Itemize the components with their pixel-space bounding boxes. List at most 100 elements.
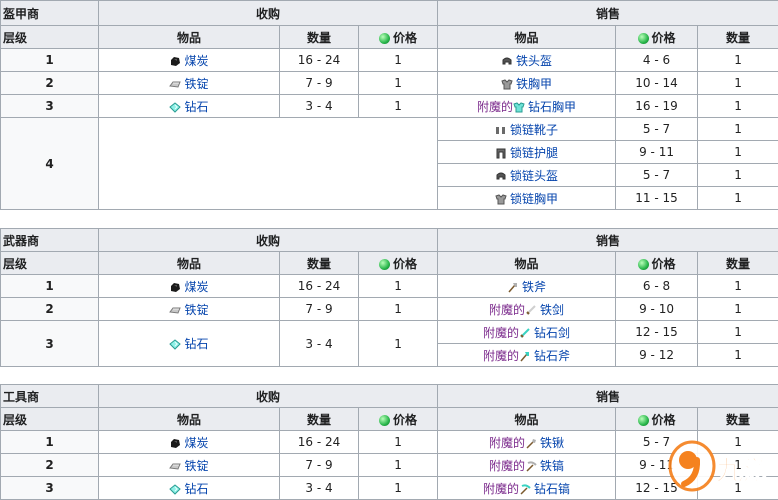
buy-header: 收购	[97, 0, 439, 26]
buy-price-cell: 1	[357, 94, 439, 118]
qty-header: 数量	[279, 407, 359, 431]
buy-item-cell: 煤炭	[98, 48, 280, 72]
item-link[interactable]: 钻石胸甲	[528, 100, 576, 114]
buy-qty-cell: 16 - 24	[279, 48, 359, 72]
emerald-icon	[637, 32, 649, 44]
buy-item-cell: 铁锭	[98, 453, 280, 477]
table-row: 3 钻石 3 - 4 1 附魔的 钻石镐 12 - 15 1	[0, 476, 778, 500]
price-header: 价格	[615, 407, 699, 431]
sell-item-cell: 附魔的 铁锹	[437, 430, 617, 454]
enchanted-prefix[interactable]: 附魔的	[489, 459, 525, 473]
item-link[interactable]: 铁锹	[540, 436, 564, 450]
sell-item-cell: 锁链胸甲	[437, 186, 617, 210]
item-link[interactable]: 钻石剑	[534, 326, 570, 340]
sell-qty-cell: 1	[697, 48, 778, 72]
helmet-icon	[501, 56, 513, 67]
buy-price-cell: 1	[357, 71, 439, 95]
sell-price-cell: 11 - 15	[615, 186, 699, 210]
enchanted-prefix[interactable]: 附魔的	[489, 436, 525, 450]
item-link[interactable]: 锁链护腿	[510, 146, 558, 160]
item-link[interactable]: 锁链胸甲	[510, 192, 558, 206]
item-header: 物品	[437, 251, 617, 275]
item-link[interactable]: 煤炭	[184, 280, 208, 294]
level-cell: 4	[0, 117, 99, 210]
item-link[interactable]: 煤炭	[184, 54, 208, 68]
sell-item-cell: 锁链靴子	[437, 117, 617, 141]
item-link[interactable]: 锁链头盔	[510, 169, 558, 183]
buy-item-cell: 煤炭	[98, 274, 280, 298]
item-link[interactable]: 铁胸甲	[516, 77, 552, 91]
table-row: 4 锁链靴子 5 - 7 1	[0, 117, 778, 210]
buy-qty-cell: 16 - 24	[279, 274, 359, 298]
buy-qty-cell: 7 - 9	[279, 297, 359, 321]
sword-icon	[525, 305, 537, 316]
enchanted-prefix[interactable]: 附魔的	[483, 326, 519, 340]
buy-qty-cell: 3 - 4	[279, 476, 359, 500]
item-header: 物品	[98, 407, 280, 431]
table-row: 2 铁锭 7 - 9 1 附魔的 铁镐 9 - 11 1	[0, 453, 778, 477]
buy-qty-cell: 3 - 4	[279, 94, 359, 118]
buy-item-cell: 钻石	[98, 320, 280, 367]
table-row: 1 煤炭 16 - 24 1 附魔的 铁锹 5 - 7 1	[0, 430, 778, 454]
price-header: 价格	[615, 25, 699, 49]
enchanted-prefix[interactable]: 附魔的	[489, 303, 525, 317]
boots-icon	[495, 125, 507, 136]
item-link[interactable]: 锁链靴子	[510, 123, 558, 137]
item-link[interactable]: 钻石斧	[534, 349, 570, 363]
price-header: 价格	[357, 25, 439, 49]
sell-qty-cell: 1	[697, 163, 778, 187]
qty-header: 数量	[697, 251, 778, 275]
level-cell: 2	[0, 71, 99, 95]
level-cell: 2	[0, 297, 99, 321]
sell-qty-cell: 1	[697, 140, 778, 164]
enchanted-prefix[interactable]: 附魔的	[483, 349, 519, 363]
buy-item-cell: 铁锭	[98, 297, 280, 321]
sell-qty-cell: 1	[697, 186, 778, 210]
item-link[interactable]: 钻石	[184, 482, 208, 496]
chestplate-icon	[501, 79, 513, 90]
emerald-icon	[379, 32, 390, 44]
buy-qty-cell: 7 - 9	[279, 453, 359, 477]
sell-price-cell: 6 - 8	[615, 274, 699, 298]
item-link[interactable]: 铁斧	[522, 280, 546, 294]
item-link[interactable]: 钻石镐	[534, 482, 570, 496]
item-link[interactable]: 钻石	[184, 337, 208, 351]
emerald-icon	[637, 414, 649, 426]
buy-qty-cell: 7 - 9	[279, 71, 359, 95]
level-header: 层级	[0, 251, 99, 275]
item-link[interactable]: 铁锭	[184, 303, 208, 317]
item-link[interactable]: 铁锭	[184, 77, 208, 91]
helmet-icon	[495, 171, 507, 182]
item-link[interactable]: 钻石	[184, 100, 208, 114]
table-row: 3 钻石 3 - 4 1 附魔的 钻石剑 12 - 15 1	[0, 320, 778, 367]
sell-price-cell: 12 - 15	[615, 320, 699, 344]
sell-item-cell: 附魔的 钻石镐	[437, 476, 617, 500]
sell-item-cell: 附魔的 钻石胸甲	[437, 94, 617, 118]
chestplate-icon	[495, 194, 507, 205]
diamond-axe-icon	[519, 351, 531, 362]
empty-buy-cell	[97, 117, 439, 210]
armorer-table: 盔甲商 收购 销售 层级 物品 数量 价格 物品 价格 数量 1 煤炭 16 -…	[0, 0, 778, 210]
enchanted-prefix[interactable]: 附魔的	[477, 100, 513, 114]
enchanted-prefix[interactable]: 附魔的	[483, 482, 519, 496]
item-link[interactable]: 铁头盔	[516, 54, 552, 68]
level-cell: 2	[0, 453, 99, 477]
buy-price-cell: 1	[357, 320, 439, 367]
buy-price-cell: 1	[357, 430, 439, 454]
buy-price-cell: 1	[357, 453, 439, 477]
table-row: 2 铁锭 7 - 9 1 铁胸甲 10 - 14 1	[0, 71, 778, 95]
item-link[interactable]: 煤炭	[184, 436, 208, 450]
price-header: 价格	[615, 251, 699, 275]
item-link[interactable]: 铁锭	[184, 459, 208, 473]
item-link[interactable]: 铁镐	[540, 459, 564, 473]
level-cell: 1	[0, 430, 99, 454]
buy-item-cell: 煤炭	[98, 430, 280, 454]
leggings-icon	[495, 148, 507, 159]
level-cell: 1	[0, 48, 99, 72]
sell-header: 销售	[437, 228, 778, 252]
item-link[interactable]: 铁剑	[540, 303, 564, 317]
buy-item-cell: 铁锭	[98, 71, 280, 95]
shovel-icon	[525, 438, 537, 449]
merchant-title: 盔甲商	[0, 0, 99, 26]
level-cell: 1	[0, 274, 99, 298]
